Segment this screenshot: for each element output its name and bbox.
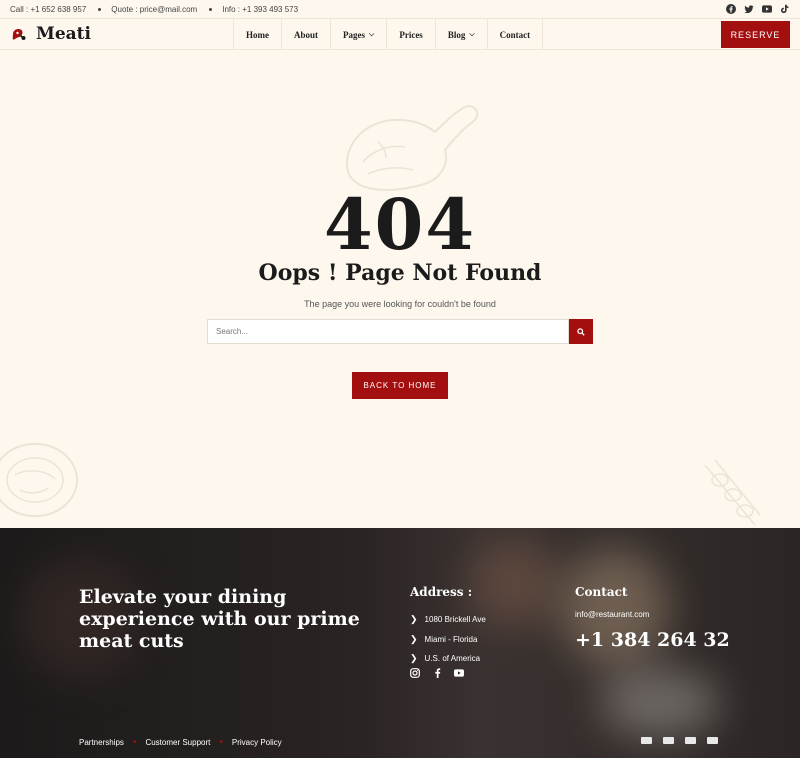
instagram-icon[interactable] [410,668,420,678]
page-subtitle: The page you were looking for couldn't b… [304,299,496,309]
facebook-icon[interactable] [726,4,736,14]
youtube-icon[interactable] [454,668,464,678]
top-social-icons [726,4,790,14]
separator-dot [209,7,213,11]
amex-icon [707,737,718,744]
contact-phone[interactable]: +1 384 264 32 [575,629,730,651]
search-form [207,319,593,344]
not-found-section: 404 Oops ! Page Not Found The page you w… [0,50,800,528]
footer-social-icons [410,668,464,678]
info-phone: Info : +1 393 493 573 [222,4,299,14]
address-line: ❯ 1080 Brickell Ave [410,614,486,625]
nav-about[interactable]: About [281,19,330,50]
nav-blog[interactable]: Blog ⌵ [434,19,487,50]
payment-icons [641,737,718,744]
chevron-right-icon: ❯ [410,614,418,625]
separator-dot: • [132,737,137,748]
logo-meat-icon [12,29,26,40]
nav-prices[interactable]: Prices [386,19,434,50]
address-line: ❯ U.S. of America [410,653,481,664]
footer-link-partnerships[interactable]: Partnerships [79,738,124,747]
chevron-down-icon: ⌵ [469,30,475,38]
paypal-icon [685,737,696,744]
logo[interactable]: Meati [10,24,91,44]
contact-email[interactable]: info@restaurant.com [575,610,649,619]
search-input[interactable] [207,319,569,344]
twitter-icon[interactable] [744,4,754,14]
top-bar: Call : +1 652 638 957 Quote : price@mail… [0,0,800,19]
site-header: Meati Home About Pages ⌵ Prices Blog ⌵ Con… [0,19,800,50]
search-icon [577,327,585,336]
logo-text: Meati [36,24,91,44]
footer-link-privacy-policy[interactable]: Privacy Policy [232,738,282,747]
chevron-right-icon: ❯ [410,633,418,644]
call-info: Call : +1 652 638 957 [10,4,87,14]
footer-heading: Elevate your dining experience with our … [79,586,360,652]
error-code: 404 [323,183,477,266]
address-title: Address : [410,585,473,599]
search-button[interactable] [569,319,593,344]
contact-info: Call : +1 652 638 957 Quote : price@mail… [10,5,298,14]
youtube-icon[interactable] [762,4,772,14]
page-title: Oops ! Page Not Found [258,260,542,286]
visa-icon [641,737,652,744]
footer-links: Partnerships • Customer Support • Privac… [79,737,282,748]
main-nav: Home About Pages ⌵ Prices Blog ⌵ Contact [233,19,544,50]
quote-info: Quote : price@mail.com [111,4,198,14]
site-footer: Elevate your dining experience with our … [0,528,800,758]
nav-contact[interactable]: Contact [486,19,544,50]
address-line: ❯ Miami - Florida [410,633,478,644]
reserve-button[interactable]: RESERVE [721,21,790,48]
facebook-icon[interactable] [432,668,442,678]
steak-illustration-icon [0,443,78,517]
nav-pages[interactable]: Pages ⌵ [330,19,386,50]
separator-dot [98,7,102,11]
chevron-right-icon: ❯ [410,653,418,664]
footer-background-image [600,668,720,738]
tiktok-icon[interactable] [780,4,790,14]
footer-link-customer-support[interactable]: Customer Support [145,738,210,747]
address-list: ❯ 1080 Brickell Ave ❯ Miami - Florida ❯ U.S… [410,610,486,669]
contact-title: Contact [575,585,628,599]
back-to-home-button[interactable]: BACK TO HOME [352,372,448,399]
nav-home[interactable]: Home [233,19,281,50]
mastercard-icon [663,737,674,744]
separator-dot: • [219,737,223,748]
chevron-down-icon: ⌵ [369,30,375,38]
skewer-illustration-icon [704,459,761,526]
